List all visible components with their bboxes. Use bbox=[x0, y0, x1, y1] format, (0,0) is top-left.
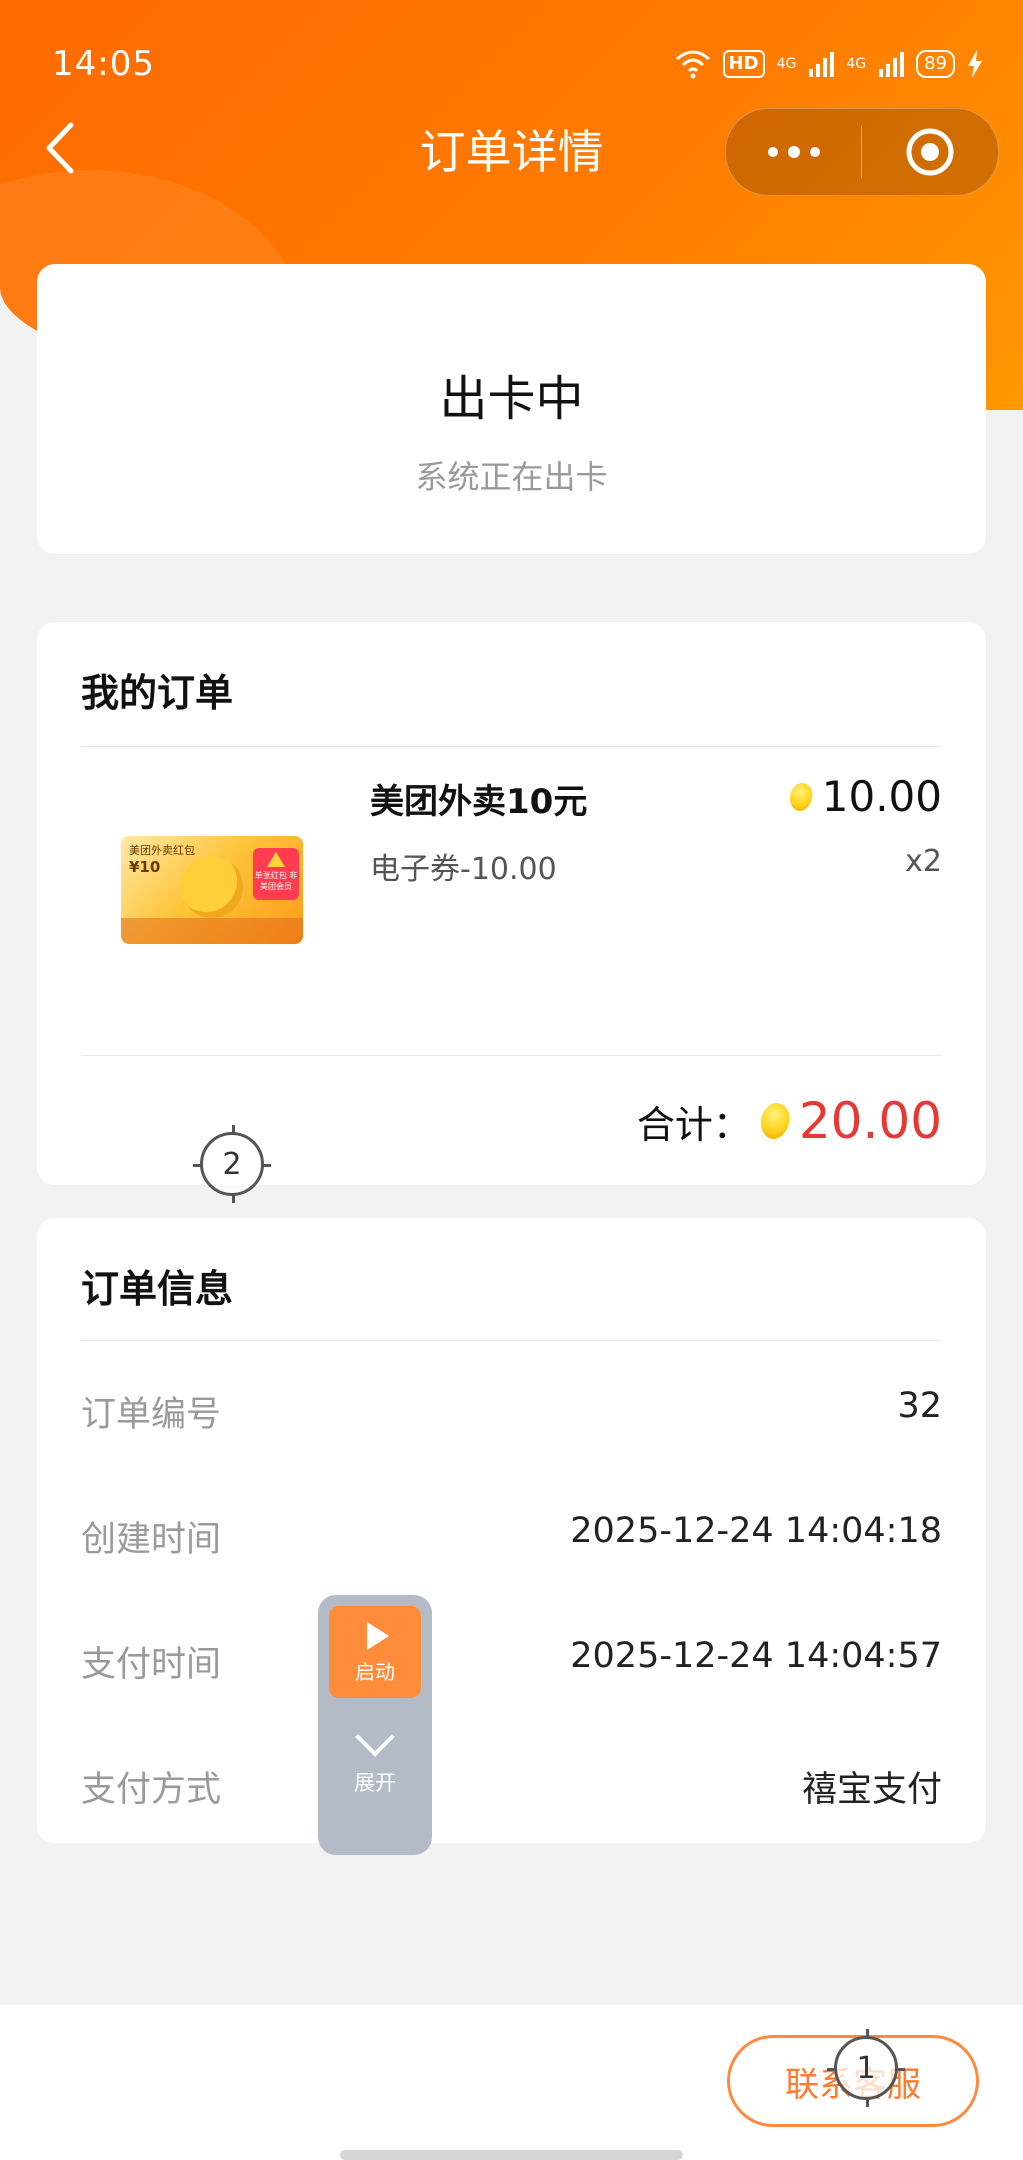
expand-label: 展开 bbox=[354, 1771, 396, 1795]
info-value[interactable]: 32 bbox=[897, 1386, 942, 1426]
product-image-value: ¥10 bbox=[129, 858, 161, 876]
start-button[interactable]: 启动 bbox=[329, 1606, 421, 1698]
hd-badge: HD bbox=[722, 50, 765, 78]
warning-icon bbox=[267, 852, 285, 867]
order-status-title: 出卡中 bbox=[439, 371, 584, 427]
mascot-icon bbox=[181, 856, 243, 918]
floating-control-widget[interactable]: 启动 展开 bbox=[318, 1595, 432, 1855]
order-info-title: 订单信息 bbox=[81, 1267, 234, 1311]
miniprogram-capsule bbox=[725, 108, 999, 196]
status-icons: HD 4G 4G 89 bbox=[675, 46, 983, 82]
info-row-pay-method: 支付方式 禧宝支付 bbox=[81, 1761, 942, 1811]
total-label: 合计： bbox=[636, 1102, 751, 1147]
info-row-created-time: 创建时间 2025-12-24 14:04:18 bbox=[81, 1511, 942, 1561]
signal-icon bbox=[879, 52, 905, 77]
info-label: 支付时间 bbox=[81, 1645, 222, 1685]
order-info-card: 订单信息 订单编号 32 创建时间 2025-12-24 14:04:18 支付… bbox=[37, 1218, 986, 1843]
battery-indicator: 89 bbox=[916, 50, 955, 78]
target-icon bbox=[906, 128, 954, 176]
info-row-order-number: 订单编号 32 bbox=[81, 1386, 942, 1436]
info-label: 创建时间 bbox=[81, 1520, 222, 1560]
info-label: 订单编号 bbox=[81, 1395, 222, 1435]
info-label: 支付方式 bbox=[81, 1770, 222, 1810]
order-total: 合计： 20.00 bbox=[637, 1092, 942, 1150]
my-order-card: 我的订单 美团外卖红包 ¥10 单张红包 非美团会员 美团外卖10元 电子券-1… bbox=[37, 622, 986, 1185]
info-value: 2025-12-24 14:04:57 bbox=[570, 1636, 942, 1676]
home-indicator[interactable] bbox=[340, 2150, 683, 2160]
more-dot-icon bbox=[787, 146, 800, 158]
coin-icon bbox=[785, 779, 816, 814]
play-icon bbox=[367, 1622, 389, 1650]
start-label: 启动 bbox=[355, 1660, 395, 1684]
my-order-title: 我的订单 bbox=[81, 671, 234, 715]
more-button[interactable] bbox=[726, 109, 861, 195]
product-image-caption: 美团外卖红包 bbox=[129, 844, 195, 857]
nav-bar: 订单详情 bbox=[0, 108, 1023, 196]
signal-icon bbox=[809, 52, 835, 77]
product-quantity: x2 bbox=[905, 844, 942, 879]
divider bbox=[81, 1055, 942, 1056]
product-price: 10.00 bbox=[785, 772, 942, 821]
status-bar: 14:05 HD 4G 4G 89 bbox=[52, 44, 983, 84]
charging-icon bbox=[968, 50, 982, 78]
product-image[interactable]: 美团外卖红包 ¥10 单张红包 非美团会员 bbox=[121, 836, 303, 944]
info-value: 禧宝支付 bbox=[801, 1770, 942, 1810]
marker-2: 2 bbox=[193, 1125, 271, 1203]
info-row-pay-time: 支付时间 2025-12-24 14:04:57 bbox=[81, 1636, 942, 1686]
chevron-down-icon bbox=[355, 1717, 395, 1757]
product-name[interactable]: 美团外卖10元 bbox=[370, 774, 587, 823]
close-miniprogram-button[interactable] bbox=[862, 109, 998, 195]
expand-button[interactable]: 展开 bbox=[318, 1717, 432, 1797]
status-time: 14:05 bbox=[52, 44, 155, 84]
signal-label-1: 4G bbox=[776, 56, 797, 72]
product-description: 电子券-10.00 bbox=[370, 852, 557, 887]
order-status-subtitle: 系统正在出卡 bbox=[415, 458, 608, 496]
signal-label-2: 4G bbox=[846, 56, 867, 72]
marker-1: 1 bbox=[827, 2029, 905, 2107]
wifi-icon bbox=[675, 50, 710, 79]
info-value: 2025-12-24 14:04:18 bbox=[570, 1511, 942, 1551]
divider bbox=[81, 746, 942, 747]
more-dot-icon bbox=[767, 147, 778, 157]
product-price-value: 10.00 bbox=[821, 772, 942, 821]
more-dot-icon bbox=[809, 147, 820, 157]
food-plate-icon bbox=[121, 918, 303, 944]
order-status-card: 出卡中 系统正在出卡 bbox=[37, 264, 986, 554]
coin-icon bbox=[755, 1099, 795, 1143]
divider bbox=[81, 1340, 942, 1341]
total-value: 20.00 bbox=[798, 1092, 942, 1150]
